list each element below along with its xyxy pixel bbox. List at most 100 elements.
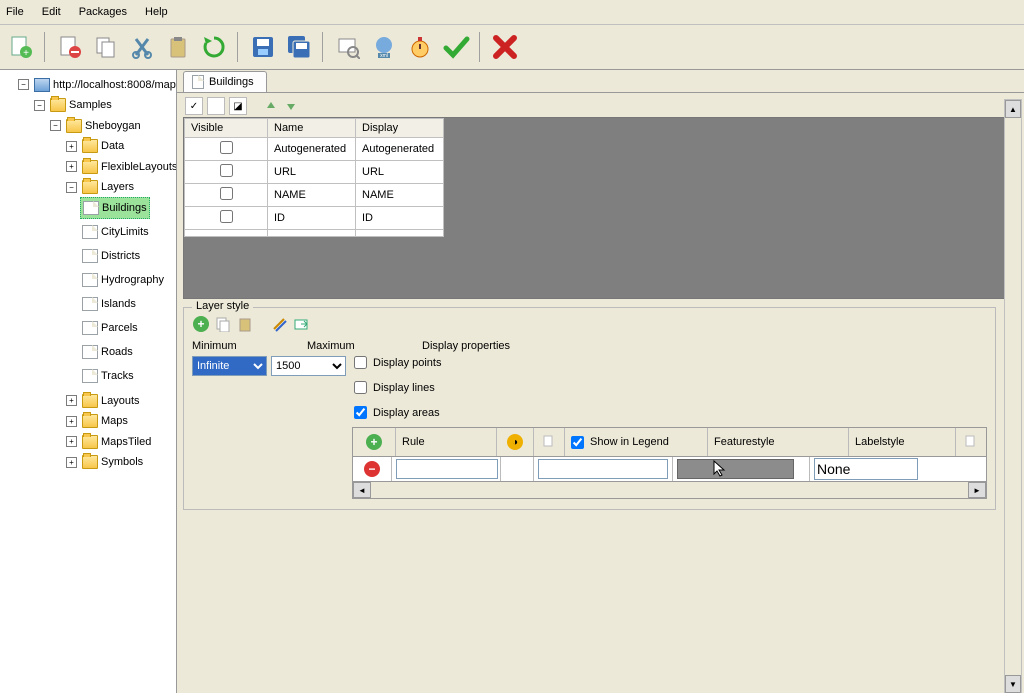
rule-row[interactable]: − <box>352 457 987 482</box>
tree-root[interactable]: − http://localhost:8008/mapguide <box>16 75 177 95</box>
display-areas-checkbox[interactable] <box>354 406 367 419</box>
visible-checkbox[interactable] <box>220 164 233 177</box>
tree-mapstiled[interactable]: +MapsTiled <box>64 432 153 452</box>
scroll-down-icon[interactable]: ▼ <box>1005 675 1021 693</box>
visible-checkbox[interactable] <box>220 187 233 200</box>
move-down-icon[interactable] <box>283 98 299 114</box>
scroll-up-icon[interactable]: ▲ <box>1005 100 1021 118</box>
menu-help[interactable]: Help <box>145 6 168 18</box>
add-range-icon[interactable]: + <box>192 315 210 333</box>
tree-samples[interactable]: − Samples <box>32 95 114 115</box>
timer-icon[interactable] <box>403 30 437 64</box>
tree-flexiblelayouts[interactable]: +FlexibleLayouts <box>64 157 177 177</box>
tree-symbols[interactable]: +Symbols <box>64 452 145 472</box>
add-rule-icon[interactable]: + <box>366 434 382 450</box>
visible-checkbox[interactable] <box>220 141 233 154</box>
show-in-legend-checkbox[interactable] <box>571 436 584 449</box>
scroll-left-icon[interactable]: ◄ <box>353 482 371 498</box>
display-points-row[interactable]: Display points <box>354 356 441 369</box>
menu-edit[interactable]: Edit <box>42 6 61 18</box>
delete-file-icon[interactable] <box>53 30 87 64</box>
col-name[interactable]: Name <box>268 119 356 138</box>
main-toolbar: + xml <box>0 25 1024 70</box>
col-visible[interactable]: Visible <box>185 119 268 138</box>
tree-layer-buildings[interactable]: Buildings <box>80 197 150 219</box>
expand-icon[interactable]: + <box>66 141 77 152</box>
minimum-combo[interactable]: Infinite <box>192 356 267 376</box>
display-lines-checkbox[interactable] <box>354 381 367 394</box>
grid-row-empty[interactable] <box>185 230 444 237</box>
save-icon[interactable] <box>246 30 280 64</box>
layer-icon <box>192 75 204 89</box>
tree-layer-parcels[interactable]: Parcels <box>80 318 140 338</box>
collapse-icon[interactable]: − <box>18 79 29 90</box>
display-lines-row[interactable]: Display lines <box>354 381 441 394</box>
rule-options-icon[interactable] <box>956 428 986 456</box>
expand-icon[interactable]: + <box>66 416 77 427</box>
display-points-checkbox[interactable] <box>354 356 367 369</box>
cut-icon[interactable] <box>125 30 159 64</box>
scroll-right-icon[interactable]: ► <box>968 482 986 498</box>
maximum-combo[interactable]: 1500 <box>271 356 346 376</box>
tree-layer-districts[interactable]: Districts <box>80 246 142 266</box>
tree-layer-roads[interactable]: Roads <box>80 342 135 362</box>
save-all-icon[interactable] <box>282 30 316 64</box>
tree-layer-citylimits[interactable]: CityLimits <box>80 222 151 242</box>
labelstyle-input[interactable] <box>814 458 918 480</box>
tree-label: Layers <box>101 177 134 197</box>
tree-layers[interactable]: − Layers <box>64 177 136 197</box>
copy-rule-icon[interactable] <box>534 428 565 456</box>
expand-icon[interactable]: + <box>66 161 77 172</box>
expand-icon[interactable]: + <box>66 436 77 447</box>
rule-hscrollbar[interactable]: ◄ ► <box>352 482 987 499</box>
paste-icon[interactable] <box>161 30 195 64</box>
editor-vscrollbar[interactable]: ▲ ▼ <box>1004 99 1022 693</box>
preview-icon[interactable] <box>331 30 365 64</box>
edit-style-icon[interactable] <box>270 315 288 333</box>
tree-layer-islands[interactable]: Islands <box>80 294 138 314</box>
validate-icon[interactable] <box>439 30 473 64</box>
tree-label: Parcels <box>101 318 138 338</box>
tree-sheboygan[interactable]: − Sheboygan <box>48 116 143 136</box>
new-file-icon[interactable]: + <box>4 30 38 64</box>
tree-data[interactable]: +Data <box>64 136 126 156</box>
collapse-icon[interactable]: − <box>66 182 77 193</box>
collapse-icon[interactable]: − <box>50 120 61 131</box>
invert-check-icon[interactable]: ◪ <box>229 97 247 115</box>
tab-buildings[interactable]: Buildings <box>183 71 267 92</box>
tree-layer-hydrography[interactable]: Hydrography <box>80 270 166 290</box>
refresh-icon[interactable] <box>197 30 231 64</box>
rule-col-label: Rule <box>402 436 425 448</box>
move-up-icon[interactable] <box>263 98 279 114</box>
copy-icon[interactable] <box>89 30 123 64</box>
remove-rule-icon[interactable]: − <box>364 461 380 477</box>
duplicate-rule-icon[interactable]: ◑ <box>507 434 523 450</box>
rule-filter-input[interactable] <box>538 459 668 479</box>
display-areas-row[interactable]: Display areas <box>354 406 441 419</box>
paste-range-icon[interactable] <box>236 315 254 333</box>
menu-file[interactable]: File <box>6 6 24 18</box>
featurestyle-swatch[interactable] <box>677 459 794 479</box>
rule-name-input[interactable] <box>396 459 498 479</box>
copy-range-icon[interactable] <box>214 315 232 333</box>
tree-maps[interactable]: +Maps <box>64 411 130 431</box>
uncheck-all-icon[interactable] <box>207 97 225 115</box>
tab-label: Buildings <box>209 76 254 88</box>
grid-row[interactable]: NAMENAME <box>185 184 444 207</box>
tree-layouts[interactable]: +Layouts <box>64 391 142 411</box>
visible-checkbox[interactable] <box>220 210 233 223</box>
grid-row[interactable]: AutogeneratedAutogenerated <box>185 138 444 161</box>
grid-row[interactable]: IDID <box>185 207 444 230</box>
grid-row[interactable]: URLURL <box>185 161 444 184</box>
expand-icon[interactable]: + <box>66 457 77 468</box>
collapse-icon[interactable]: − <box>34 100 45 111</box>
col-display[interactable]: Display <box>356 119 444 138</box>
grid-header-row: Visible Name Display <box>185 119 444 138</box>
close-icon[interactable] <box>488 30 522 64</box>
check-all-icon[interactable]: ✓ <box>185 97 203 115</box>
expand-icon[interactable]: + <box>66 395 77 406</box>
xml-edit-icon[interactable]: xml <box>367 30 401 64</box>
open-style-icon[interactable] <box>292 315 310 333</box>
tree-layer-tracks[interactable]: Tracks <box>80 366 136 386</box>
menu-packages[interactable]: Packages <box>79 6 127 18</box>
